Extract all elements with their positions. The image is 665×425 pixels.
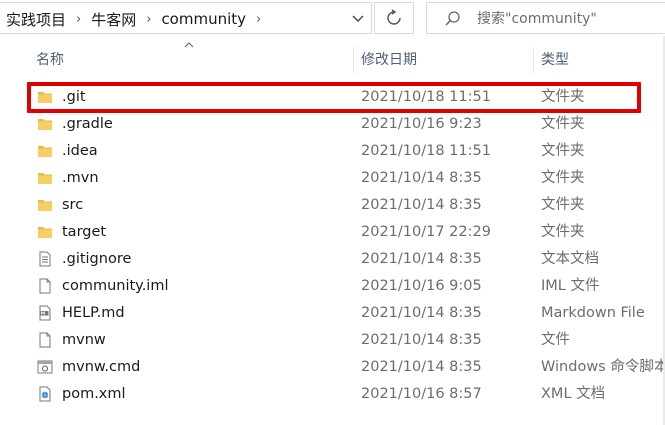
column-header-type[interactable]: 类型 [541,47,569,73]
file-name[interactable]: .gradle [62,111,113,138]
text-file-icon [37,251,53,267]
folder-icon [37,143,53,159]
file-row[interactable]: mvnw.cmd 2021/10/14 8:35 Windows 命令脚本 [0,354,665,381]
file-name[interactable]: pom.xml [62,381,126,408]
address-bar: 实践项目 › 牛客网 › community › 搜索"community" [0,0,665,36]
column-header-date[interactable]: 修改日期 [361,47,417,73]
xml-file-icon [37,386,53,402]
file-row[interactable]: mvnw 2021/10/14 8:35 文件 [0,327,665,354]
file-type: 文件夹 [541,197,585,213]
file-row[interactable]: .idea 2021/10/18 11:51 文件夹 [0,138,665,165]
file-date: 2021/10/14 8:35 [361,332,482,348]
file-name[interactable]: target [62,219,106,246]
breadcrumb-item-community[interactable]: community [161,10,246,28]
file-name[interactable]: community.iml [62,273,169,300]
column-divider[interactable] [353,47,354,73]
file-row[interactable]: src 2021/10/14 8:35 文件夹 [0,192,665,219]
file-type: 文件 [541,332,570,348]
search-icon [445,11,460,26]
file-type: Windows 命令脚本 [541,359,665,375]
breadcrumb-item-practice[interactable]: 实践项目 [6,9,66,30]
file-date: 2021/10/18 11:51 [361,143,491,159]
file-date: 2021/10/14 8:35 [361,170,482,186]
column-divider[interactable] [533,47,534,73]
breadcrumb[interactable]: 实践项目 › 牛客网 › community › [0,2,372,34]
search-input[interactable]: 搜索"community" [477,3,597,35]
file-date: 2021/10/17 22:29 [361,224,491,240]
file-date: 2021/10/14 8:35 [361,251,482,267]
column-header: 名称 修改日期 类型 [0,47,665,73]
file-date: 2021/10/16 9:05 [361,278,482,294]
folder-icon [37,116,53,132]
file-type: 文件夹 [541,170,585,186]
file-icon [37,332,53,348]
file-row[interactable]: target 2021/10/17 22:29 文件夹 [0,219,665,246]
file-type: 文本文档 [541,251,599,267]
search-box[interactable]: 搜索"community" [426,2,665,34]
file-name[interactable]: .idea [62,138,98,165]
chevron-down-icon[interactable] [346,3,370,35]
file-date: 2021/10/16 9:23 [361,116,482,132]
file-name[interactable]: mvnw.cmd [62,354,140,381]
breadcrumb-separator-icon[interactable]: › [146,12,151,27]
file-name[interactable]: .gitignore [62,246,131,273]
file-date: 2021/10/16 8:57 [361,386,482,402]
refresh-icon [387,9,401,25]
file-row[interactable]: HELP.md 2021/10/14 8:35 Markdown File [0,300,665,327]
file-type: 文件夹 [541,143,585,159]
file-type: IML 文件 [541,278,600,294]
breadcrumb-item-nowcoder[interactable]: 牛客网 [91,9,136,30]
folder-icon [37,170,53,186]
folder-icon [37,197,53,213]
file-name[interactable]: src [62,192,83,219]
folder-icon [37,224,53,240]
file-icon [37,278,53,294]
cmd-file-icon [37,359,53,375]
file-name[interactable]: mvnw [62,327,106,354]
file-row[interactable]: community.iml 2021/10/16 9:05 IML 文件 [0,273,665,300]
file-row[interactable]: .gradle 2021/10/16 9:23 文件夹 [0,111,665,138]
file-type: 文件夹 [541,224,585,240]
file-name[interactable]: HELP.md [62,300,125,327]
breadcrumb-separator-icon[interactable]: › [76,12,81,27]
file-type: Markdown File [541,305,645,321]
file-row[interactable]: pom.xml 2021/10/16 8:57 XML 文档 [0,381,665,408]
file-type: 文件夹 [541,116,585,132]
file-row[interactable]: .gitignore 2021/10/14 8:35 文本文档 [0,246,665,273]
file-date: 2021/10/14 8:35 [361,305,482,321]
column-header-name[interactable]: 名称 [36,47,64,73]
file-name[interactable]: .mvn [62,165,99,192]
refresh-button[interactable] [374,2,414,34]
breadcrumb-separator-icon[interactable]: › [256,12,261,27]
highlight-box [27,82,641,113]
markdown-file-icon [37,305,53,321]
file-type: XML 文档 [541,386,606,402]
file-row[interactable]: .mvn 2021/10/14 8:35 文件夹 [0,165,665,192]
file-date: 2021/10/14 8:35 [361,359,482,375]
file-date: 2021/10/14 8:35 [361,197,482,213]
